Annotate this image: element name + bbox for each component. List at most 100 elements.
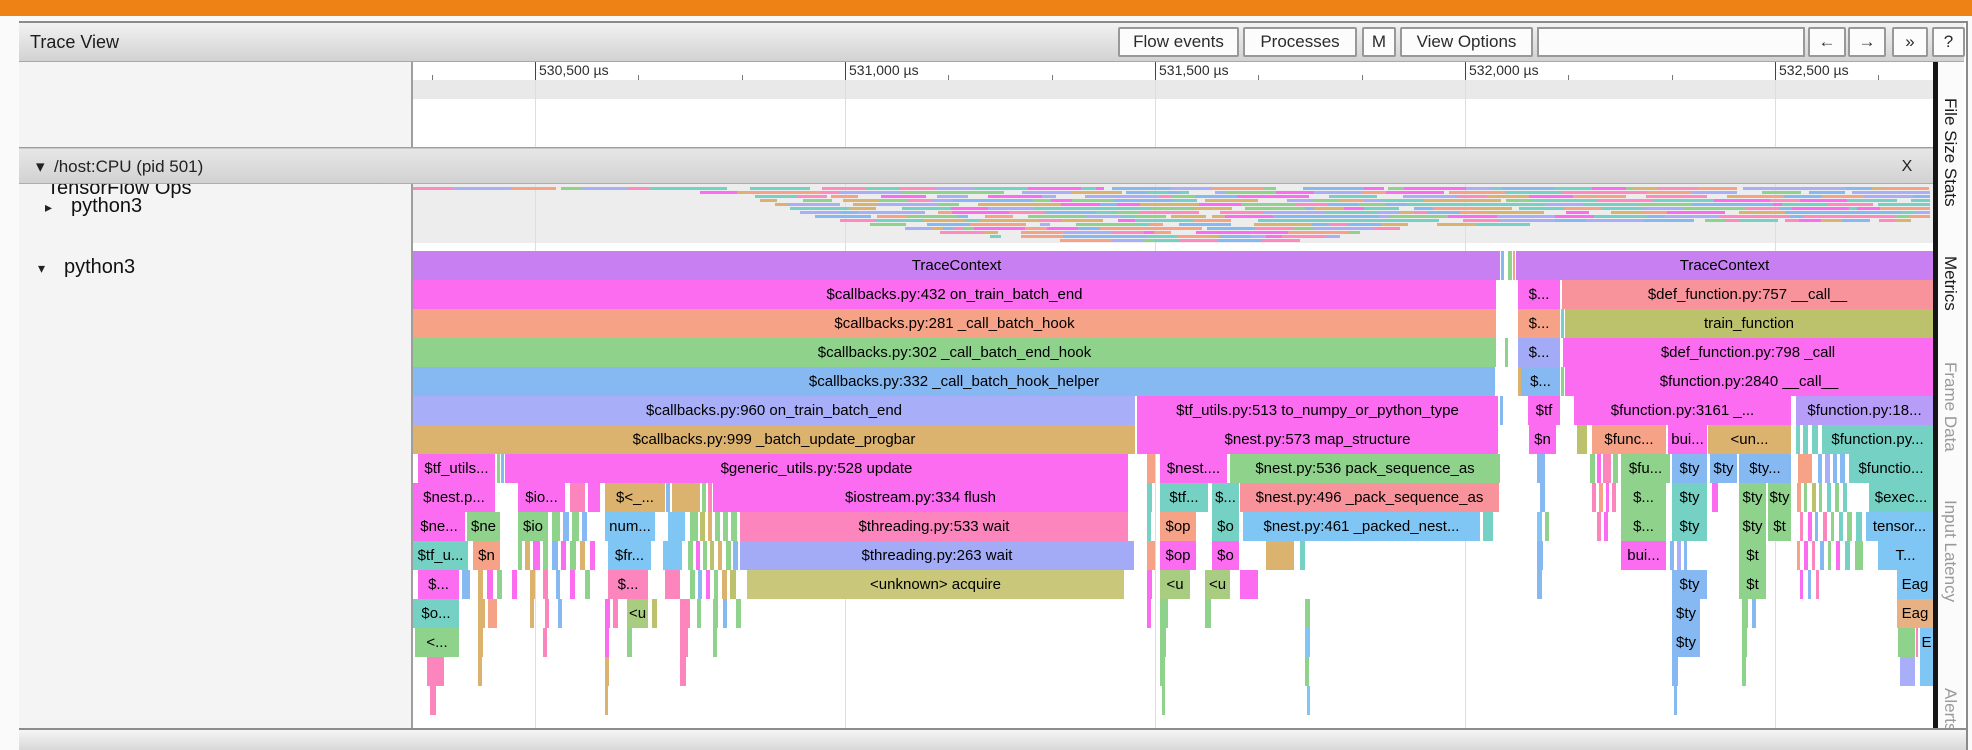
flame-bar-sliver[interactable]	[478, 657, 482, 686]
flame-bar[interactable]: $function.py...	[1822, 425, 1933, 454]
flame-bar[interactable]: $callbacks.py:432 on_train_batch_end	[413, 280, 1496, 309]
flame-bar[interactable]: $fu...	[1621, 454, 1670, 483]
flame-bar-sliver[interactable]	[1240, 570, 1258, 599]
flame-bar-sliver[interactable]	[1825, 454, 1830, 483]
flame-bar-sliver[interactable]	[1597, 512, 1601, 541]
flame-bar-sliver[interactable]	[1712, 483, 1718, 512]
flame-bar-sliver[interactable]	[1845, 541, 1850, 570]
flame-bar-sliver[interactable]	[430, 686, 436, 715]
flame-bar-sliver[interactable]	[582, 512, 587, 541]
flame-bar[interactable]: $callbacks.py:332 _call_batch_hook_helpe…	[413, 367, 1495, 396]
flame-bar-sliver[interactable]	[1800, 512, 1803, 541]
flame-bar[interactable]: $tf	[1528, 396, 1560, 425]
flame-bar-sliver[interactable]	[552, 541, 558, 570]
flame-bar[interactable]: $...	[1518, 338, 1560, 367]
host-cpu-header[interactable]: ▾ /host:CPU (pid 501) X	[19, 148, 1933, 184]
flame-bar-sliver[interactable]	[605, 657, 609, 686]
flame-bar-sliver[interactable]	[663, 541, 682, 570]
flame-bar-sliver[interactable]	[1561, 309, 1564, 338]
flame-bar[interactable]: $ty	[1672, 512, 1707, 541]
flame-bar-sliver[interactable]	[1684, 541, 1687, 570]
flame-bar-sliver[interactable]	[533, 541, 540, 570]
flame-bar-sliver[interactable]	[525, 541, 530, 570]
flame-bar-sliver[interactable]	[1670, 541, 1674, 570]
flame-bar-sliver[interactable]	[497, 570, 502, 599]
flame-bar-sliver[interactable]	[1613, 454, 1618, 483]
flame-bar[interactable]: $def_function.py:757 __call__	[1562, 280, 1933, 309]
flame-bar[interactable]: $ty	[1710, 454, 1737, 483]
flame-bar-sliver[interactable]	[590, 541, 595, 570]
flame-bar-sliver[interactable]	[427, 657, 444, 686]
flame-bar-sliver[interactable]	[497, 454, 500, 483]
flame-bar-sliver[interactable]	[1612, 483, 1616, 512]
flame-bar[interactable]: <...	[415, 628, 459, 657]
flame-bar-sliver[interactable]	[1742, 628, 1747, 657]
flame-bar-sliver[interactable]	[1742, 657, 1746, 686]
flame-bar-sliver[interactable]	[703, 541, 707, 570]
flame-bar-sliver[interactable]	[1828, 541, 1831, 570]
flame-bar-sliver[interactable]	[1537, 541, 1543, 570]
flame-bar[interactable]: $ty	[1672, 599, 1700, 628]
flame-bar-sliver[interactable]	[570, 570, 575, 599]
tab-metrics[interactable]: Metrics	[1940, 256, 1960, 311]
flame-bar-sliver[interactable]	[726, 541, 731, 570]
flame-bar[interactable]: $<_...	[605, 483, 665, 512]
flame-bar[interactable]: bui...	[1621, 541, 1666, 570]
flame-bar[interactable]: $generic_utils.py:528 update	[505, 454, 1128, 483]
flame-bar[interactable]: Eag	[1897, 599, 1933, 628]
flame-bar[interactable]: train_function	[1565, 309, 1933, 338]
tab-alerts[interactable]: Alerts	[1940, 688, 1960, 728]
flame-bar-sliver[interactable]	[613, 599, 618, 628]
flame-bar-sliver[interactable]	[1501, 251, 1504, 280]
flame-bar[interactable]: $ty	[1672, 628, 1700, 657]
flame-bar-sliver[interactable]	[1590, 454, 1595, 483]
flame-bar-sliver[interactable]	[1856, 512, 1862, 541]
flame-bar[interactable]: num...	[605, 512, 655, 541]
flame-bar-sliver[interactable]	[1819, 483, 1822, 512]
flame-bar-sliver[interactable]	[706, 570, 710, 599]
flame-bar[interactable]: $t	[1739, 541, 1766, 570]
tab-frame-data[interactable]: Frame Data	[1940, 362, 1960, 452]
flame-bar[interactable]: TraceContext	[1516, 251, 1933, 280]
flame-bar-sliver[interactable]	[690, 570, 695, 599]
flame-bar-sliver[interactable]	[1606, 483, 1609, 512]
flame-bar[interactable]: TraceContext	[413, 251, 1500, 280]
flame-bar-sliver[interactable]	[1840, 454, 1845, 483]
flame-bar[interactable]: $nest.py:536 pack_sequence_as	[1230, 454, 1500, 483]
flame-bar[interactable]: $o	[1212, 541, 1239, 570]
flame-bar-sliver[interactable]	[543, 541, 548, 570]
flame-bar-sliver[interactable]	[570, 541, 576, 570]
flame-bar-sliver[interactable]	[723, 599, 727, 628]
flame-bar-sliver[interactable]	[708, 483, 712, 512]
flame-bar[interactable]: $n	[473, 541, 500, 570]
flame-bar[interactable]: $callbacks.py:999 _batch_update_progbar	[413, 425, 1135, 454]
forward-arrow-button[interactable]: →	[1848, 27, 1886, 57]
flame-bar-sliver[interactable]	[722, 570, 727, 599]
flame-bar-sliver[interactable]	[1839, 512, 1843, 541]
flame-bar[interactable]: $tf_utils.py:513 to_numpy_or_python_type	[1137, 396, 1498, 425]
flame-bar[interactable]: $ty	[1672, 483, 1707, 512]
flame-bar-sliver[interactable]	[478, 570, 483, 599]
flame-bar[interactable]: T...	[1878, 541, 1933, 570]
flame-bar-sliver[interactable]	[1674, 686, 1677, 715]
flame-bar-sliver[interactable]	[1803, 425, 1808, 454]
processes-button[interactable]: Processes	[1243, 27, 1357, 57]
flame-bar-sliver[interactable]	[478, 599, 485, 628]
flame-bar[interactable]: $io...	[518, 483, 565, 512]
flame-bar-sliver[interactable]	[1823, 512, 1827, 541]
help-button[interactable]: ?	[1932, 27, 1965, 57]
flame-bar-sliver[interactable]	[580, 541, 585, 570]
m-button[interactable]: M	[1362, 27, 1396, 57]
flame-bar-sliver[interactable]	[1812, 541, 1815, 570]
flame-bar-sliver[interactable]	[1305, 628, 1310, 657]
flame-bar-sliver[interactable]	[1742, 599, 1748, 628]
flame-bar[interactable]: $op	[1160, 541, 1196, 570]
flame-bar-sliver[interactable]	[1160, 657, 1165, 686]
flame-bar-sliver[interactable]	[1577, 425, 1587, 454]
flame-bar-sliver[interactable]	[1147, 541, 1155, 570]
flame-bar-sliver[interactable]	[572, 512, 579, 541]
flame-bar-sliver[interactable]	[1266, 541, 1294, 570]
flame-bar-sliver[interactable]	[1537, 570, 1542, 599]
flame-bar-sliver[interactable]	[1537, 512, 1542, 541]
flame-bar[interactable]: $o	[1212, 512, 1239, 541]
